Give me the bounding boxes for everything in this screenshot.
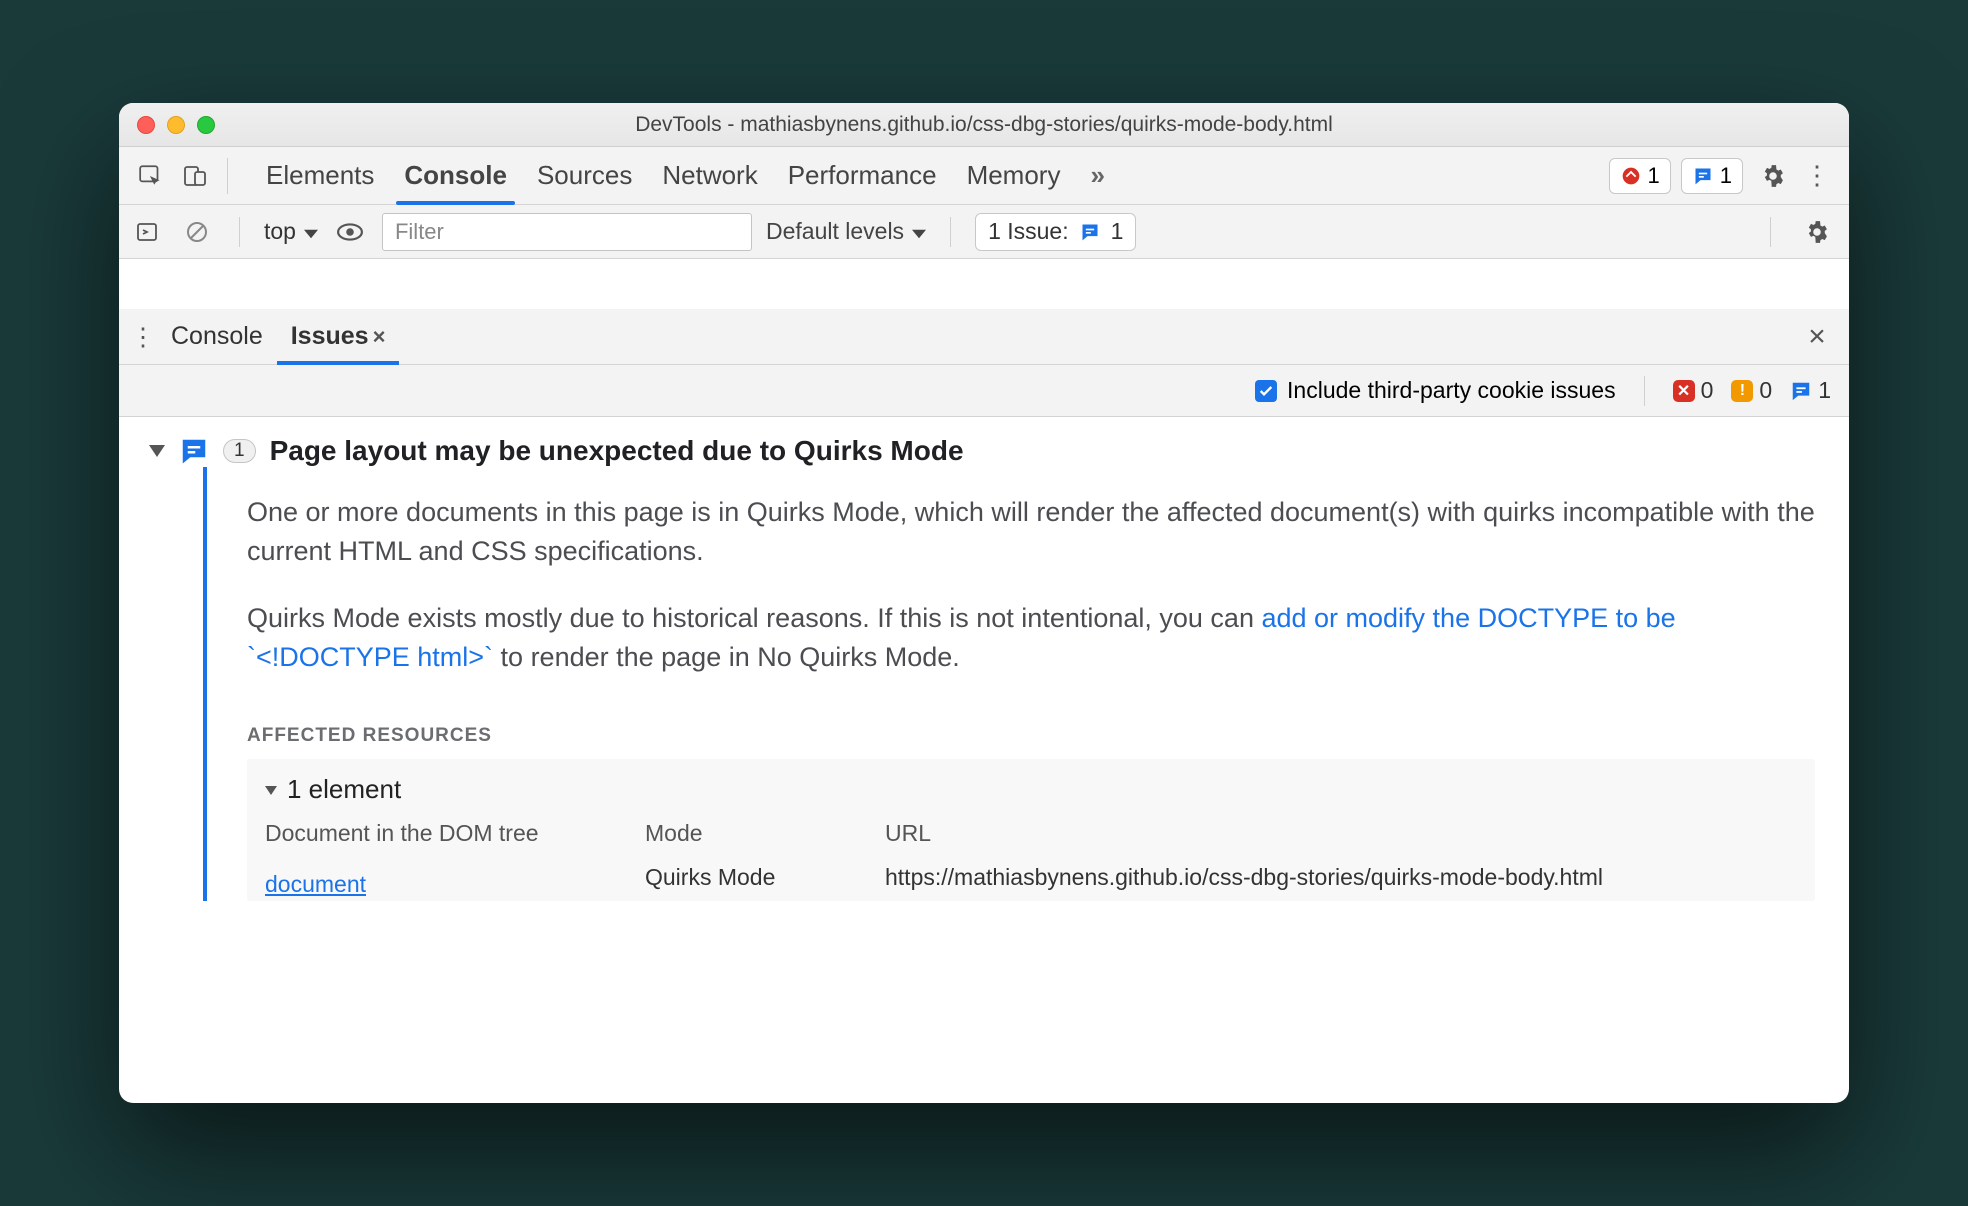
zoom-window-button[interactable]: [197, 116, 215, 134]
mode-cell: Quirks Mode: [645, 850, 875, 901]
third-party-cookies-label: Include third-party cookie issues: [1287, 377, 1616, 404]
settings-icon[interactable]: [1751, 154, 1795, 198]
tab-network[interactable]: Network: [662, 147, 757, 204]
window-title: DevTools - mathiasbynens.github.io/css-d…: [119, 113, 1849, 137]
tabs-overflow-icon[interactable]: »: [1090, 147, 1104, 204]
document-link[interactable]: document: [265, 850, 635, 901]
tab-elements[interactable]: Elements: [266, 147, 374, 204]
affected-resources-heading: AFFECTED RESOURCES: [247, 722, 1815, 750]
context-selector-value: top: [264, 218, 296, 245]
breaking-changes-counter[interactable]: ! 0: [1731, 377, 1772, 404]
issues-panel: 1 Page layout may be unexpected due to Q…: [119, 417, 1849, 1103]
issue-icon: [1692, 165, 1714, 187]
issue-counter[interactable]: 1: [1681, 158, 1743, 194]
titlebar: DevTools - mathiasbynens.github.io/css-d…: [119, 103, 1849, 147]
tab-performance[interactable]: Performance: [788, 147, 937, 204]
issue-label: 1 Issue:: [988, 218, 1069, 245]
page-errors-icon: ✕: [1673, 380, 1695, 402]
panel-tabs: Elements Console Sources Network Perform…: [266, 147, 1105, 204]
expand-caret-icon: [149, 445, 165, 457]
console-settings-icon[interactable]: [1795, 210, 1839, 254]
clear-console-icon[interactable]: [179, 210, 215, 254]
main-toolbar: Elements Console Sources Network Perform…: [119, 147, 1849, 205]
improvements-counter[interactable]: 1: [1790, 377, 1831, 404]
context-selector[interactable]: top: [264, 218, 318, 245]
elements-group-label: 1 element: [287, 771, 401, 809]
issue-count: 1: [1720, 163, 1732, 189]
info-issue-icon: [1790, 380, 1812, 402]
checkbox-icon: [1255, 380, 1277, 402]
col-document-header: Document in the DOM tree: [265, 819, 635, 850]
error-count: 1: [1648, 163, 1660, 189]
device-mode-icon[interactable]: [173, 154, 217, 198]
chevron-down-icon: [304, 218, 318, 245]
devtools-window: DevTools - mathiasbynens.github.io/css-d…: [119, 103, 1849, 1103]
issue-pill[interactable]: 1 Issue: 1: [975, 213, 1136, 251]
issue-icon: [1079, 221, 1101, 243]
console-sidebar-icon[interactable]: [129, 210, 165, 254]
warning-icon: !: [1731, 380, 1753, 402]
tab-memory[interactable]: Memory: [967, 147, 1061, 204]
col-url-header: URL: [885, 819, 1797, 850]
more-menu-icon[interactable]: ⋮: [1795, 154, 1839, 198]
drawer-more-icon[interactable]: ⋮: [129, 315, 157, 359]
tab-sources[interactable]: Sources: [537, 147, 632, 204]
chevron-down-icon: [912, 218, 926, 245]
console-toolbar: top Filter Default levels 1 Issue: 1: [119, 205, 1849, 259]
filter-placeholder: Filter: [395, 219, 444, 245]
expand-caret-icon: [265, 786, 277, 795]
drawer-tab-console[interactable]: Console: [157, 309, 277, 364]
issue-paragraph: One or more documents in this page is in…: [247, 493, 1815, 571]
third-party-cookies-checkbox[interactable]: Include third-party cookie issues: [1255, 377, 1616, 404]
issues-toolbar: Include third-party cookie issues ✕ 0 ! …: [119, 365, 1849, 417]
live-expression-icon[interactable]: [332, 210, 368, 254]
close-drawer-icon[interactable]: ×: [1795, 315, 1839, 359]
issue-description: One or more documents in this page is in…: [203, 467, 1815, 901]
issue-pill-count: 1: [1111, 218, 1124, 245]
minimize-window-button[interactable]: [167, 116, 185, 134]
issue-kind-icon: [179, 436, 209, 466]
page-errors-counter[interactable]: ✕ 0: [1673, 377, 1714, 404]
elements-group[interactable]: 1 element: [265, 769, 1797, 811]
col-mode-header: Mode: [645, 819, 875, 850]
issue-instance-count: 1: [223, 439, 256, 463]
issue-header-row[interactable]: 1 Page layout may be unexpected due to Q…: [149, 435, 1815, 467]
issue-title: Page layout may be unexpected due to Qui…: [270, 435, 964, 467]
drawer-header: ⋮ Console Issues × ×: [119, 309, 1849, 365]
error-counter[interactable]: 1: [1609, 158, 1671, 194]
affected-resources-box: 1 element Document in the DOM tree Mode …: [247, 759, 1815, 901]
log-levels-selector[interactable]: Default levels: [766, 218, 926, 245]
close-window-button[interactable]: [137, 116, 155, 134]
log-levels-label: Default levels: [766, 218, 904, 245]
inspect-element-icon[interactable]: [129, 154, 173, 198]
url-cell: https://mathiasbynens.github.io/css-dbg-…: [885, 850, 1797, 901]
filter-input[interactable]: Filter: [382, 213, 752, 251]
issue-paragraph: Quirks Mode exists mostly due to histori…: [247, 599, 1815, 677]
close-tab-icon[interactable]: ×: [373, 324, 386, 350]
tab-console[interactable]: Console: [404, 147, 507, 204]
traffic-lights: [137, 116, 215, 134]
drawer-tab-issues[interactable]: Issues ×: [277, 309, 400, 364]
error-icon: [1620, 165, 1642, 187]
